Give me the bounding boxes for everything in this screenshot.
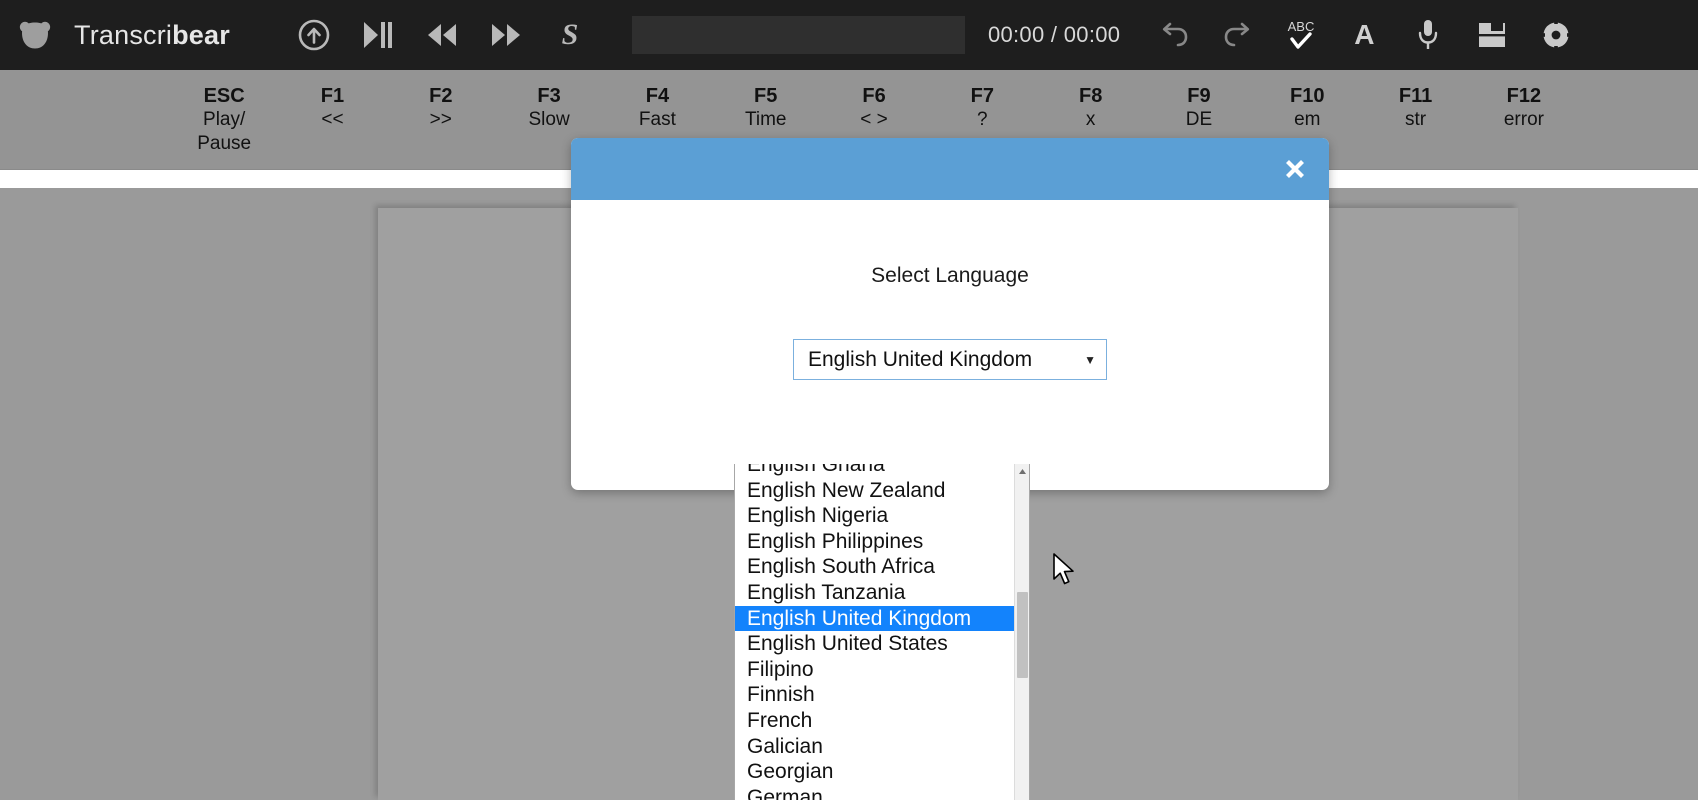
language-dropdown-list[interactable]: English Ghana English New Zealand English … [734,464,1030,800]
microphone-button[interactable] [1396,5,1460,65]
shorthand-button[interactable]: S [538,5,602,65]
fkey-desc: Time [744,109,787,130]
scrollbar-thumb[interactable] [1017,592,1028,678]
bear-head-icon [18,18,52,52]
fkey-desc: error [1503,109,1544,130]
app-root: Transcribear S 00:00 / 00:00 ABC A ESC P… [0,0,1698,800]
play-pause-button[interactable] [346,5,410,65]
spellcheck-button[interactable]: ABC [1270,5,1332,65]
brand-suffix: bear [172,19,230,50]
svg-text:ABC: ABC [1288,19,1315,34]
brand-title: Transcribear [74,20,230,51]
fkey-label: F4 [645,85,670,107]
dropdown-option[interactable]: Georgian [735,759,1015,785]
fkey-label: F12 [1506,85,1542,107]
fkey-label: F3 [537,85,561,107]
dropdown-option[interactable]: French [735,708,1015,734]
fkey-f1[interactable]: F1 << [278,70,386,170]
fkey-label: F9 [1187,85,1211,107]
dropdown-option[interactable]: English Ghana [735,464,1015,478]
fkey-desc: str [1405,109,1427,130]
dropdown-option[interactable]: English South Africa [735,554,1015,580]
dropdown-options: English Ghana English New Zealand English … [735,464,1015,800]
fkey-f11[interactable]: F11 str [1361,70,1469,170]
fkey-desc: < > [860,109,888,130]
brand-prefix: Transcri [74,19,173,50]
fkey-label: F6 [862,85,886,107]
modal-header [571,138,1329,200]
fkey-desc: Slow [528,109,570,130]
fkey-desc: << [321,109,344,130]
language-select-wrap: English United Kingdom ▼ [793,339,1107,380]
dropdown-scrollport: English Ghana English New Zealand English … [735,464,1015,800]
fkey-f2[interactable]: F2 >> [387,70,495,170]
fkey-label: F8 [1078,85,1103,107]
fkey-desc: Fast [638,109,676,130]
dropdown-option[interactable]: German [735,785,1015,800]
rewind-button[interactable] [410,5,474,65]
fkey-label: F10 [1290,85,1325,107]
scroll-up-arrow-icon[interactable] [1015,464,1029,479]
gear-icon[interactable] [1524,5,1588,65]
dropdown-option[interactable]: Filipino [735,657,1015,683]
save-button[interactable] [1460,5,1524,65]
fkey-label: F5 [754,85,778,107]
fkey-label: ESC [203,85,245,107]
dropdown-option[interactable]: English United Kingdom [735,605,1015,632]
fkey-desc: DE [1185,109,1213,130]
redo-button[interactable] [1206,5,1270,65]
undo-button[interactable] [1142,5,1206,65]
dropdown-option[interactable]: English Philippines [735,529,1015,555]
fkey-desc: >> [429,109,452,130]
dropdown-option[interactable]: English United States [735,631,1015,657]
dropdown-option[interactable]: Galician [735,734,1015,760]
fkey-desc: ? [977,109,988,130]
select-language-modal: Select Language English United Kingdom ▼… [571,138,1329,800]
font-button[interactable]: A [1332,5,1396,65]
fkey-label: F1 [320,85,345,107]
seek-track[interactable] [631,16,965,54]
fkey-desc: em [1294,109,1321,130]
dropdown-option[interactable]: English Tanzania [735,580,1015,606]
fkey-f12[interactable]: F12 error [1470,70,1578,170]
fkey-esc[interactable]: ESC Play/Pause [170,70,278,170]
top-toolbar: Transcribear S 00:00 / 00:00 ABC A [0,0,1698,70]
editor-controls: ABC A [1142,5,1588,65]
language-select[interactable]: English United Kingdom ▼ [793,339,1107,380]
fkey-desc: Play/Pause [197,109,252,154]
fkey-label: F11 [1398,85,1433,107]
fkey-desc: x [1085,109,1096,130]
dropdown-option[interactable]: English Nigeria [735,503,1015,529]
chevron-down-icon: ▼ [1084,352,1096,367]
fkey-label: F7 [970,85,995,107]
dropdown-option[interactable]: Finnish [735,682,1015,708]
modal-body: Select Language English United Kingdom ▼ [571,200,1329,380]
forward-button[interactable] [474,5,538,65]
upload-button[interactable] [282,5,346,65]
close-icon[interactable] [1280,154,1310,184]
dropdown-scrollbar[interactable] [1014,464,1029,800]
dropdown-option[interactable]: English New Zealand [735,478,1015,504]
modal-title: Select Language [871,264,1029,287]
time-display: 00:00 / 00:00 [987,22,1121,47]
playback-controls: S [282,5,602,65]
fkey-label: F2 [429,85,453,107]
language-select-value: English United Kingdom [808,347,1033,371]
